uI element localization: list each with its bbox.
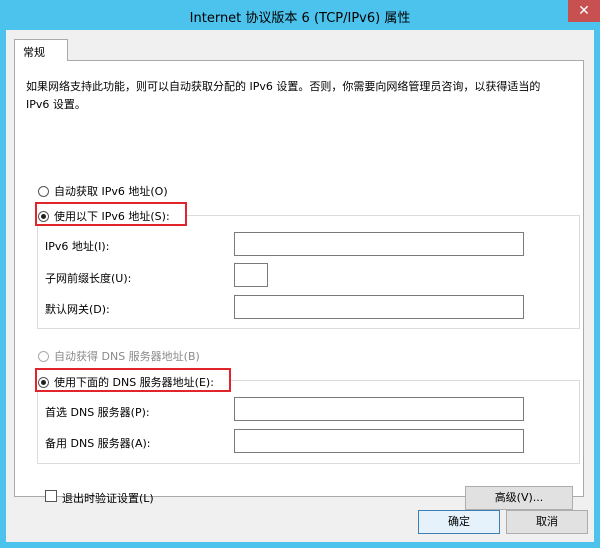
preferred-dns-input[interactable] [234, 397, 524, 421]
manual-ipv6-label: 使用以下 IPv6 地址(S): [54, 210, 170, 223]
gateway-label: 默认网关(D): [45, 303, 110, 316]
manual-dns-label: 使用下面的 DNS 服务器地址(E): [54, 376, 214, 389]
auto-ipv6-option[interactable]: 自动获取 IPv6 地址(O) [38, 183, 168, 199]
validate-on-exit-label: 退出时验证设置(L) [62, 492, 154, 505]
manual-ipv6-option[interactable]: 使用以下 IPv6 地址(S): [38, 208, 170, 224]
validate-on-exit-checkbox[interactable] [45, 490, 57, 502]
alternate-dns-label: 备用 DNS 服务器(A): [45, 437, 151, 450]
preferred-dns-label: 首选 DNS 服务器(P): [45, 406, 150, 419]
ipv6-address-input[interactable] [234, 232, 524, 256]
advanced-button[interactable]: 高级(V)... [465, 486, 573, 510]
tab-general[interactable]: 常规 [14, 39, 68, 61]
auto-dns-option: 自动获得 DNS 服务器地址(B) [38, 348, 200, 364]
auto-ipv6-label: 自动获取 IPv6 地址(O) [54, 185, 168, 198]
alternate-dns-input[interactable] [234, 429, 524, 453]
manual-ipv6-radio[interactable] [38, 210, 49, 222]
cancel-button[interactable]: 取消 [506, 510, 588, 534]
dialog-window: Internet 协议版本 6 (TCP/IPv6) 属性 ✕ 常规 如果网络支… [0, 0, 600, 548]
manual-dns-option[interactable]: 使用下面的 DNS 服务器地址(E): [38, 374, 214, 390]
title-bar[interactable]: Internet 协议版本 6 (TCP/IPv6) 属性 ✕ [0, 0, 600, 30]
auto-dns-radio [38, 350, 49, 362]
dialog-client: 常规 如果网络支持此功能，则可以自动获取分配的 IPv6 设置。否则，你需要向网… [6, 30, 594, 542]
auto-ipv6-radio[interactable] [38, 185, 49, 197]
description-text: 如果网络支持此功能，则可以自动获取分配的 IPv6 设置。否则，你需要向网络管理… [26, 80, 541, 111]
close-button[interactable]: ✕ [568, 0, 600, 22]
ok-button[interactable]: 确定 [418, 510, 500, 534]
close-icon: ✕ [578, 3, 590, 19]
auto-dns-label: 自动获得 DNS 服务器地址(B) [54, 350, 200, 363]
window-title: Internet 协议版本 6 (TCP/IPv6) 属性 [189, 11, 411, 26]
gateway-input[interactable] [234, 295, 524, 319]
manual-dns-radio[interactable] [38, 376, 49, 388]
prefix-length-label: 子网前缀长度(U): [45, 272, 132, 285]
ipv6-address-label: IPv6 地址(I): [45, 240, 110, 253]
general-panel: 如果网络支持此功能，则可以自动获取分配的 IPv6 设置。否则，你需要向网络管理… [14, 60, 584, 510]
prefix-length-input[interactable] [234, 263, 268, 287]
